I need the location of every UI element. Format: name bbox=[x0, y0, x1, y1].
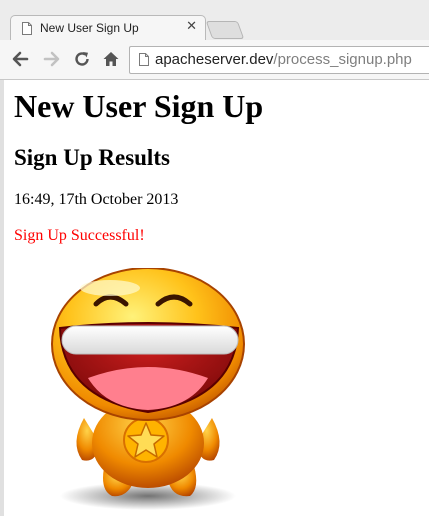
home-icon[interactable] bbox=[101, 49, 121, 69]
forward-arrow-icon[interactable] bbox=[42, 49, 62, 69]
results-heading: Sign Up Results bbox=[14, 145, 170, 170]
browser-toolbar: apacheserver.dev/process_signup.php bbox=[0, 40, 429, 80]
tab-new-user-sign-up[interactable]: New User Sign Up ✕ bbox=[10, 15, 206, 40]
new-tab-button[interactable] bbox=[205, 21, 245, 39]
tab-title: New User Sign Up bbox=[40, 21, 139, 35]
status-message: Sign Up Successful! bbox=[14, 227, 145, 244]
laughing-smiley-mascot-icon bbox=[51, 268, 245, 510]
reload-icon[interactable] bbox=[72, 49, 92, 69]
url-text: apacheserver.dev/process_signup.php bbox=[155, 51, 412, 68]
tab-strip: New User Sign Up ✕ bbox=[0, 0, 429, 40]
address-bar[interactable]: apacheserver.dev/process_signup.php bbox=[129, 46, 429, 74]
page-icon bbox=[22, 22, 32, 35]
signup-timestamp: 16:49, 17th October 2013 bbox=[14, 191, 179, 208]
url-path: /process_signup.php bbox=[273, 51, 412, 68]
browser-chrome: New User Sign Up ✕ apacheserver.dev/proc… bbox=[0, 0, 429, 80]
url-host: apacheserver.dev bbox=[155, 51, 274, 68]
page-icon bbox=[139, 53, 149, 66]
close-icon[interactable]: ✕ bbox=[186, 19, 197, 34]
page-title: New User Sign Up bbox=[14, 88, 264, 124]
back-arrow-icon[interactable] bbox=[10, 49, 30, 69]
